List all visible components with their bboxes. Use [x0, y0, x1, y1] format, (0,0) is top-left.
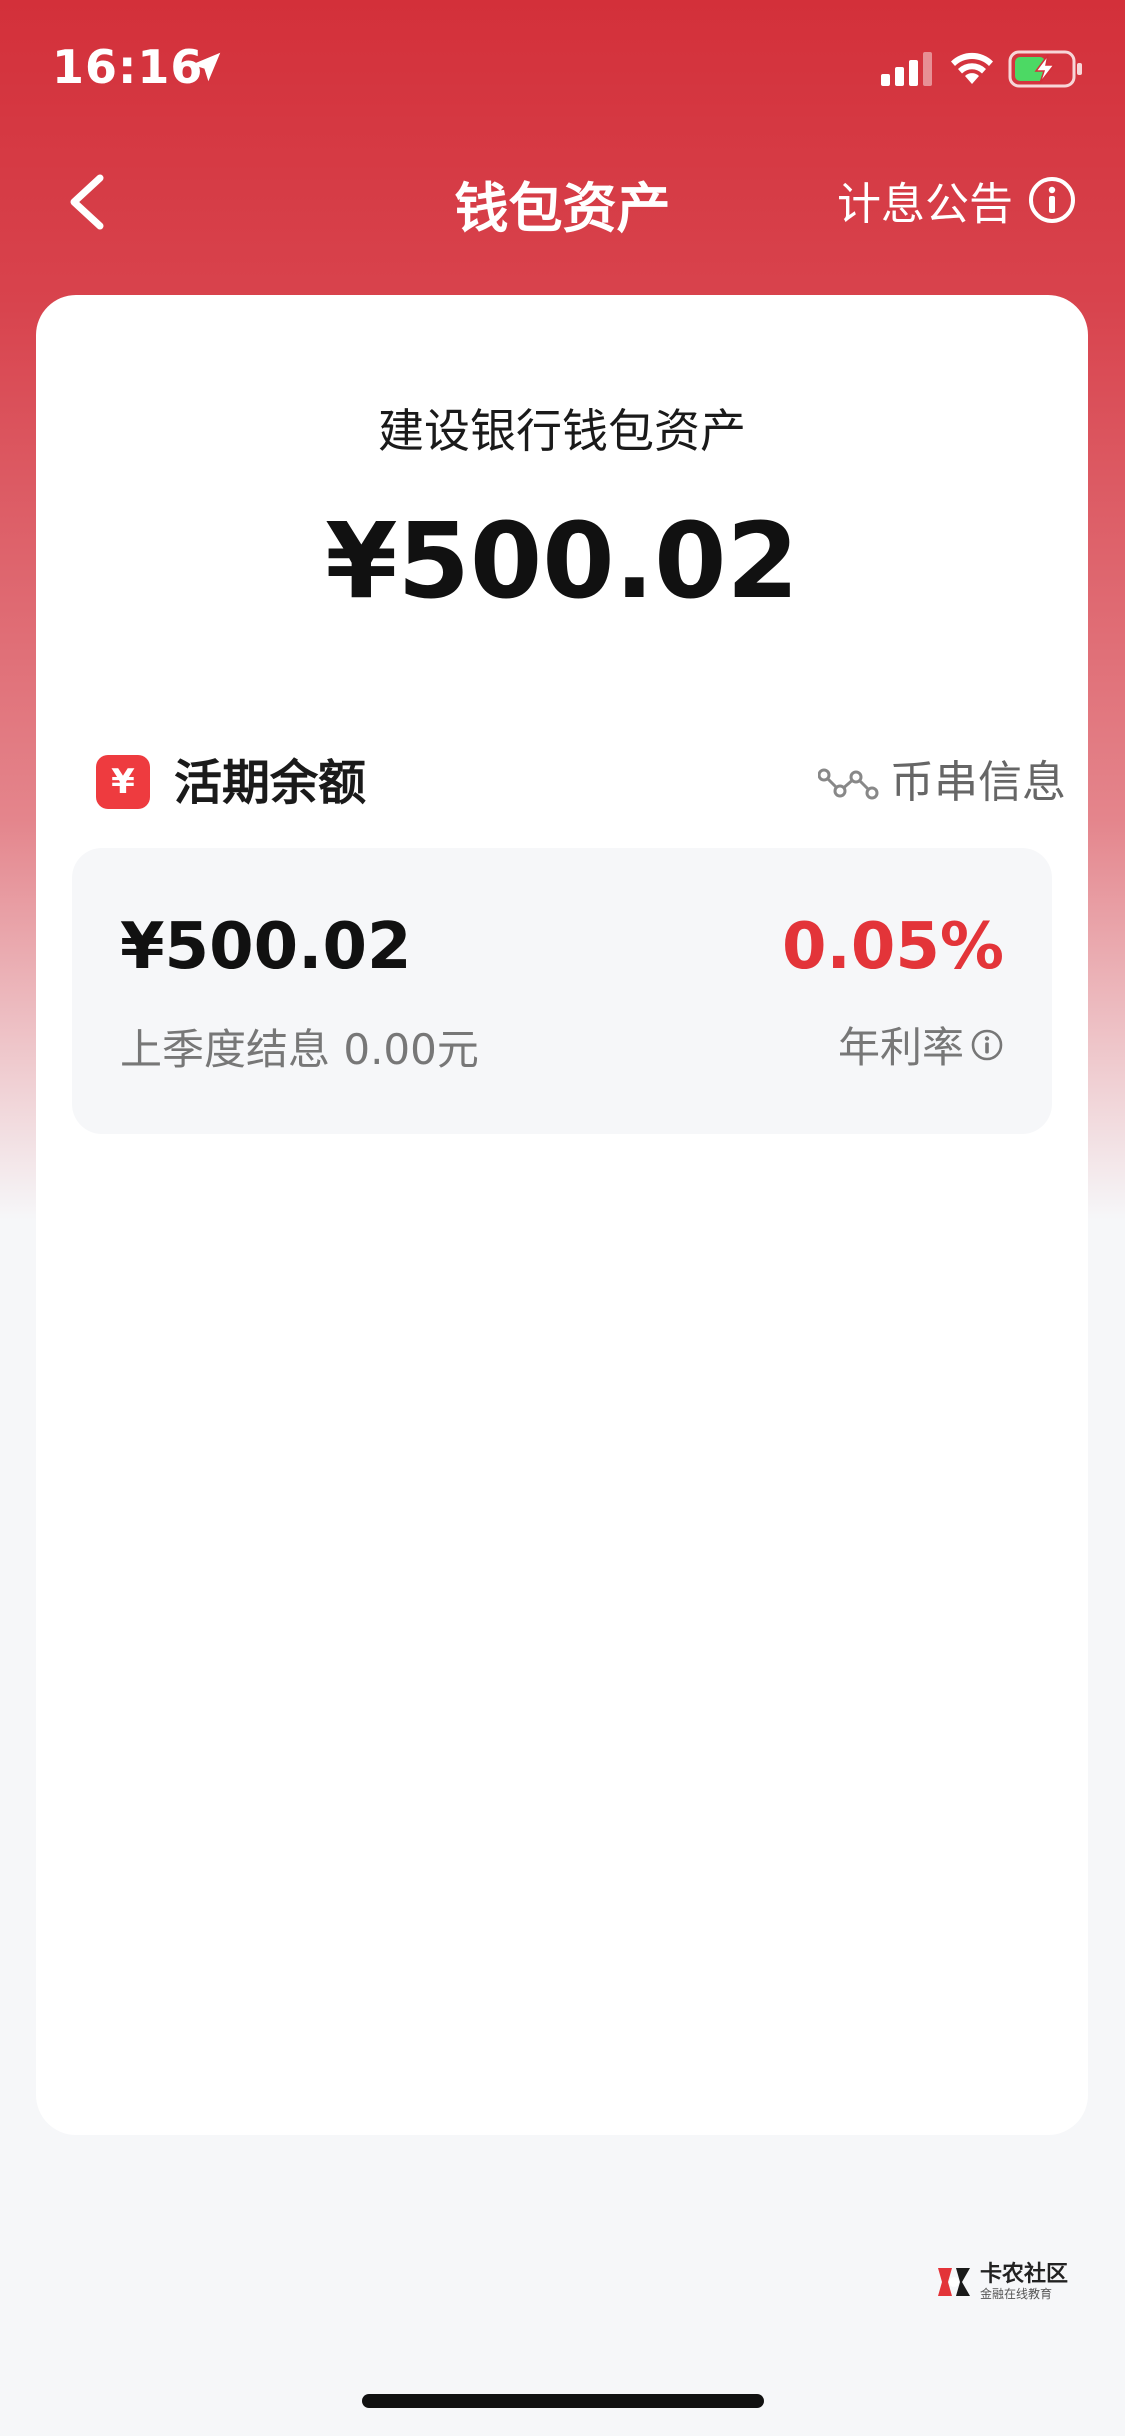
interest-notice-label: 计息公告	[837, 179, 1013, 230]
interest-notice-button[interactable]: 计息公告	[837, 168, 1077, 232]
status-time: 16:16	[52, 40, 204, 94]
coin-serial-info-link[interactable]: 币串信息	[818, 755, 1066, 811]
section-title: 活期余额	[174, 755, 367, 811]
last-quarter-interest: 上季度结息 0.00元	[120, 1025, 479, 1074]
cellular-signal-icon	[881, 52, 932, 86]
nav-bar: 钱包资产 计息公告	[0, 140, 1125, 260]
battery-charging-icon	[1008, 50, 1082, 88]
location-arrow-icon	[191, 52, 221, 82]
annual-rate-text: 年利率	[837, 1023, 964, 1072]
demand-balance-amount: ¥500.02	[120, 910, 412, 984]
home-indicator[interactable]	[362, 2394, 764, 2408]
serial-chain-icon	[818, 768, 879, 800]
watermark: 卡农社区 金融在线教育	[934, 2262, 1068, 2302]
coin-serial-info-label: 币串信息	[890, 757, 1066, 808]
info-icon	[1029, 177, 1075, 223]
demand-balance-panel[interactable]: ¥500.02 上季度结息 0.00元 0.05% 年利率	[72, 848, 1052, 1134]
annual-rate-label[interactable]: 年利率	[838, 1014, 1004, 1075]
demand-balance-header: ¥ 活期余额 币串信息	[96, 755, 1066, 815]
card-heading: 建设银行钱包资产	[378, 404, 746, 458]
total-assets-amount: ¥500.02	[325, 500, 799, 622]
watermark-title: 卡农社区	[980, 2262, 1069, 2287]
yuan-icon: ¥	[96, 755, 150, 809]
info-icon	[971, 1029, 1003, 1060]
annual-rate-value: 0.05%	[781, 910, 1004, 984]
wallet-asset-card: 建设银行钱包资产 ¥500.02 ¥ 活期余额 币串信息 ¥500.02 上季度…	[36, 295, 1088, 2135]
watermark-subtitle: 金融在线教育	[980, 2287, 1053, 2301]
wifi-icon	[951, 52, 993, 84]
status-bar: 16:16	[0, 0, 1125, 140]
kanong-logo-icon	[938, 2268, 970, 2296]
